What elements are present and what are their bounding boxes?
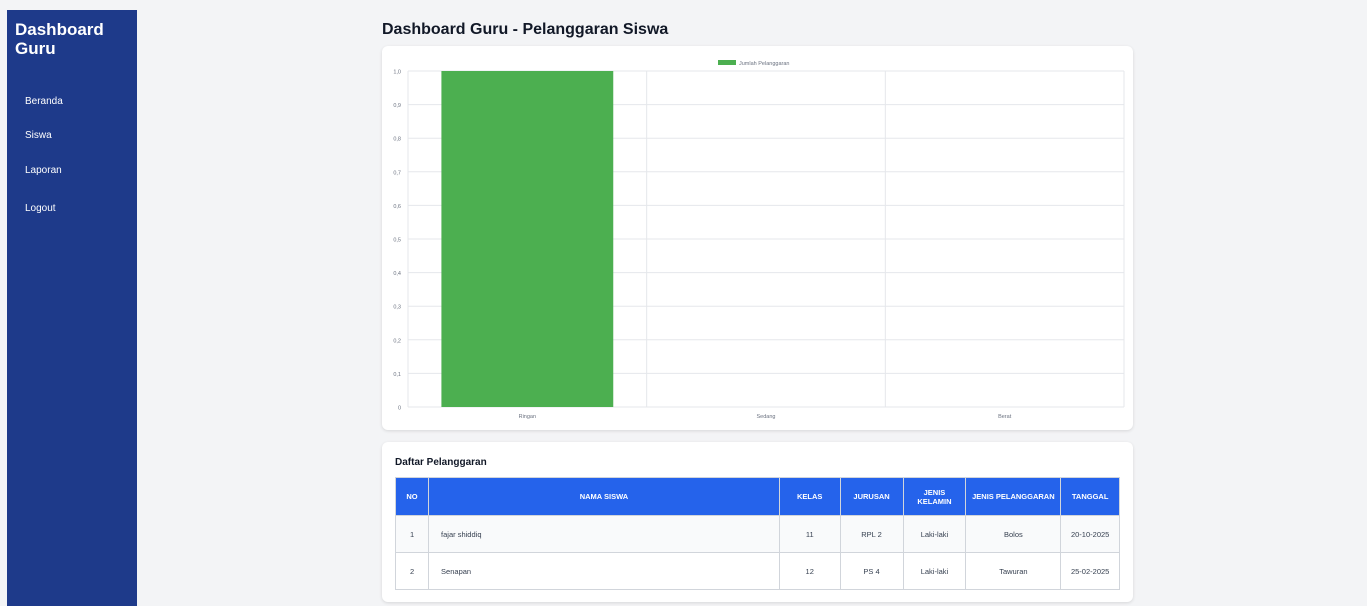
y-tick-label: 0,6: [393, 204, 401, 210]
col-jurusan: JURUSAN: [839, 477, 904, 516]
bar: [441, 71, 614, 407]
col-kelas: KELAS: [778, 477, 841, 516]
col-tanggal: TANGGAL: [1060, 477, 1120, 516]
table-row: 2 Senapan 12 PS 4 Laki-laki Tawuran 25-0…: [394, 552, 1120, 590]
x-tick-label: Sedang: [757, 414, 776, 420]
sidebar-item-siswa[interactable]: Siswa: [25, 130, 52, 141]
cell-tanggal: 20-10-2025: [1060, 515, 1120, 553]
cell-jenis-kelamin: Laki-laki: [902, 552, 967, 590]
cell-kelas: 11: [778, 515, 841, 553]
col-jenis-pelanggaran: JENIS PELANGGARAN: [965, 477, 1062, 516]
legend-label: Jumlah Pelanggaran: [739, 61, 789, 67]
y-tick-label: 0,1: [393, 372, 401, 378]
chart-card: 0 0,1 0,2 0,3 0,4 0,5 0,6 0,7 0,8 0,9 1,0 Ringan Sed…: [382, 46, 1133, 430]
cell-jenis-pelanggaran: Bolos: [965, 515, 1062, 553]
cell-jenis-kelamin: Laki-laki: [902, 515, 967, 553]
bar-chart: 0 0,1 0,2 0,3 0,4 0,5 0,6 0,7 0,8 0,9 1,0 Ringan Sed…: [393, 60, 1125, 420]
col-no: NO: [394, 477, 430, 516]
cell-nama-siswa: Senapan: [428, 552, 780, 590]
cell-jurusan: PS 4: [839, 552, 904, 590]
col-nama-siswa: NAMA SISWA: [428, 477, 780, 516]
sidebar-item-beranda[interactable]: Beranda: [25, 96, 63, 107]
y-tick-label: 0,8: [393, 137, 401, 143]
cell-jenis-pelanggaran: Tawuran: [965, 552, 1062, 590]
sidebar-item-logout[interactable]: Logout: [25, 203, 56, 214]
cell-jurusan: RPL 2: [839, 515, 904, 553]
cell-nama-siswa: fajar shiddiq: [428, 515, 780, 553]
cell-no: 1: [394, 515, 430, 553]
violations-card: Daftar Pelanggaran NO NAMA SISWA KELAS J…: [382, 442, 1133, 602]
table-title: Daftar Pelanggaran: [395, 457, 487, 468]
y-tick-label: 0,4: [393, 271, 401, 277]
y-tick-label: 0,3: [393, 305, 401, 311]
sidebar-item-laporan[interactable]: Laporan: [25, 165, 62, 176]
table-row: 1 fajar shiddiq 11 RPL 2 Laki-laki Bolos…: [394, 515, 1120, 553]
y-tick-label: 0,5: [393, 238, 401, 244]
cell-tanggal: 25-02-2025: [1060, 552, 1120, 590]
y-tick-label: 0,7: [393, 170, 401, 176]
y-tick-label: 0,9: [393, 103, 401, 109]
col-jenis-kelamin: JENIS KELAMIN: [902, 477, 967, 516]
legend-swatch: [718, 60, 736, 65]
page-title: Dashboard Guru - Pelanggaran Siswa: [382, 21, 669, 38]
y-tick-label: 0,2: [393, 338, 401, 344]
x-tick-label: Berat: [998, 414, 1012, 420]
x-tick-label: Ringan: [519, 414, 536, 420]
sidebar-brand: Dashboard Guru: [15, 20, 104, 58]
cell-no: 2: [394, 552, 430, 590]
sidebar: Dashboard Guru Beranda Siswa Laporan Log…: [7, 10, 137, 606]
violations-table: NO NAMA SISWA KELAS JURUSAN JENIS KELAMI…: [394, 477, 1120, 590]
cell-kelas: 12: [778, 552, 841, 590]
y-tick-label: 1,0: [393, 70, 401, 76]
y-tick-label: 0: [398, 406, 401, 412]
table-header-row: NO NAMA SISWA KELAS JURUSAN JENIS KELAMI…: [394, 477, 1120, 516]
